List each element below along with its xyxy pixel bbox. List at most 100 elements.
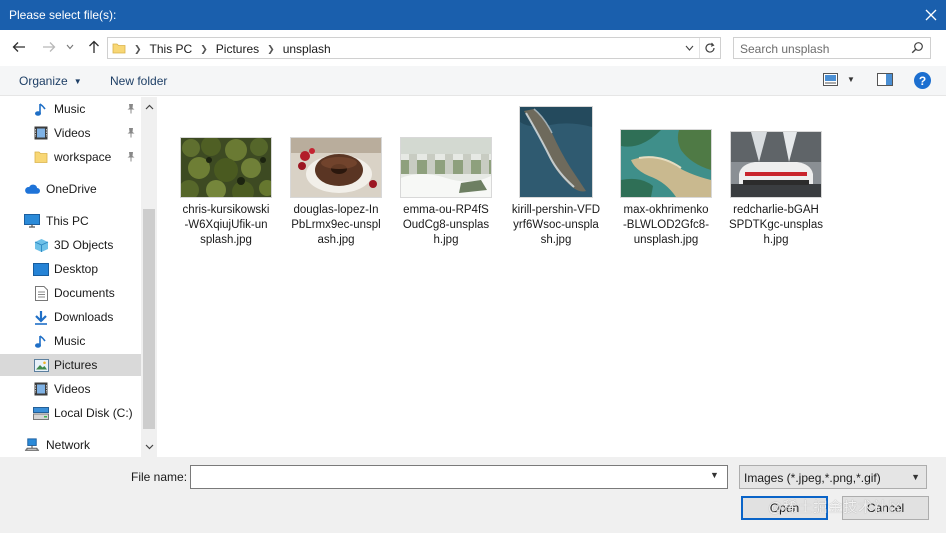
title-bar: Please select file(s): — [0, 0, 946, 30]
help-icon: ? — [918, 73, 927, 88]
scroll-up-button[interactable] — [141, 99, 157, 115]
network-icon — [24, 437, 40, 453]
pin-icon — [126, 127, 136, 141]
up-button[interactable] — [85, 38, 103, 56]
music-icon — [33, 101, 49, 117]
address-bar[interactable]: ❯ This PC ❯ Pictures ❯ unsplash — [107, 37, 721, 59]
sidebar-item-label: Pictures — [54, 358, 98, 372]
sidebar-item-music-quick[interactable]: Music — [0, 98, 141, 120]
command-bar: Organize ▼ New folder ▼ ? — [0, 66, 946, 96]
sidebar-item-local-disk[interactable]: Local Disk (C:) — [0, 402, 141, 424]
chevron-down-icon — [66, 44, 74, 50]
file-name-field[interactable] — [190, 465, 728, 489]
music-icon — [33, 333, 49, 349]
file-list: chris-kursikowski -W6XqiujUfik-un splash.j… — [158, 97, 946, 457]
sidebar-item-videos-quick[interactable]: Videos — [0, 122, 141, 144]
pin-icon — [126, 103, 136, 117]
sidebar-item-onedrive[interactable]: OneDrive — [0, 178, 141, 200]
sidebar-item-label: Desktop — [54, 262, 99, 276]
organize-button[interactable]: Organize ▼ — [19, 74, 82, 88]
navigation-scrollbar[interactable] — [141, 97, 157, 457]
navigation-pane: Music Videos workspace OneDrive This PC … — [0, 97, 141, 457]
file-thumbnail — [400, 137, 492, 198]
cancel-button[interactable]: Cancel — [842, 496, 929, 520]
file-thumbnail — [519, 106, 593, 198]
sidebar-item-videos[interactable]: Videos — [0, 378, 141, 400]
recent-locations-button[interactable] — [63, 38, 77, 56]
sidebar-item-label: Documents — [54, 286, 115, 300]
preview-pane-button[interactable] — [877, 73, 893, 89]
new-folder-button[interactable]: New folder — [110, 74, 167, 88]
sidebar-item-label: Downloads — [54, 310, 114, 324]
file-name: max-okhrimenko -BLWLOD2Gfc8- unsplash.jpg — [622, 204, 710, 246]
open-button[interactable]: Open — [741, 496, 828, 520]
sidebar-item-3d-objects[interactable]: 3D Objects — [0, 234, 141, 256]
arrow-right-icon — [43, 42, 56, 52]
breadcrumb-this-pc[interactable]: This PC — [150, 42, 193, 56]
change-view-button[interactable] — [823, 73, 838, 89]
refresh-button[interactable] — [699, 38, 719, 58]
sidebar-item-music[interactable]: Music — [0, 330, 141, 352]
dialog-title: Please select file(s): — [9, 8, 117, 22]
scroll-thumb[interactable] — [143, 209, 155, 429]
file-thumbnail — [290, 137, 382, 198]
search-input[interactable]: Search unsplash — [733, 37, 931, 59]
search-placeholder: Search unsplash — [740, 42, 830, 56]
forward-button[interactable] — [40, 38, 58, 56]
view-options-dropdown[interactable]: ▼ — [847, 75, 855, 84]
computer-icon — [24, 213, 40, 229]
disk-icon — [33, 405, 49, 421]
sidebar-item-label: Network — [46, 438, 91, 452]
help-button[interactable]: ? — [914, 72, 931, 89]
address-history-dropdown[interactable] — [682, 41, 696, 55]
sidebar-item-workspace[interactable]: workspace — [0, 146, 141, 168]
file-name: kirill-pershin-VFD yrf6Wsoc-unspla sh.jpg — [511, 204, 601, 246]
sidebar-item-label: OneDrive — [46, 182, 97, 196]
file-thumbnail — [730, 131, 822, 198]
close-button[interactable] — [916, 0, 946, 30]
file-name: chris-kursikowski -W6XqiujUfik-un splash.j… — [182, 204, 270, 246]
file-thumbnail — [620, 129, 712, 198]
videos-icon — [33, 125, 49, 141]
documents-icon — [33, 285, 49, 301]
view-icon — [823, 73, 838, 86]
sidebar-item-label: 3D Objects — [54, 238, 114, 252]
sidebar-item-label: Music — [54, 334, 86, 348]
sidebar-item-label: Music — [54, 102, 86, 116]
sidebar-item-documents[interactable]: Documents — [0, 282, 141, 304]
file-name-history-dropdown[interactable]: ▼ — [710, 470, 719, 480]
arrow-up-icon — [89, 40, 99, 53]
breadcrumb-pictures[interactable]: Pictures — [216, 42, 259, 56]
sidebar-item-network[interactable]: Network — [0, 434, 141, 456]
chevron-down-icon — [685, 45, 693, 51]
sidebar-item-label: workspace — [54, 150, 112, 164]
chevron-right-icon: ❯ — [200, 43, 208, 54]
preview-pane-icon — [877, 73, 893, 86]
file-name: douglas-lopez-In PbLrmx9ec-unspl ash.jpg — [291, 204, 381, 246]
sidebar-item-label: Videos — [54, 382, 91, 396]
sidebar-item-this-pc[interactable]: This PC — [0, 210, 141, 232]
chevron-right-icon: ❯ — [134, 43, 142, 54]
pictures-icon — [33, 357, 49, 373]
sidebar-item-desktop[interactable]: Desktop — [0, 258, 141, 280]
desktop-icon — [33, 261, 49, 277]
organize-label: Organize — [19, 74, 68, 88]
file-type-value: Images (*.jpeg,*.png,*.gif) — [744, 471, 881, 485]
close-icon — [925, 9, 937, 21]
sidebar-item-pictures[interactable]: Pictures — [0, 354, 141, 376]
sidebar-item-label: Local Disk (C:) — [54, 406, 133, 420]
file-type-select[interactable]: Images (*.jpeg,*.png,*.gif) ▼ — [739, 465, 927, 489]
breadcrumb-unsplash[interactable]: unsplash — [283, 42, 331, 56]
cube-icon — [33, 237, 49, 253]
file-name: redcharlie-bGAH SPDTKgc-unsplas h.jpg — [729, 204, 823, 246]
pin-icon — [126, 151, 136, 165]
back-button[interactable] — [10, 38, 28, 56]
breadcrumb: ❯ This PC ❯ Pictures ❯ unsplash — [134, 42, 331, 56]
refresh-icon — [704, 42, 715, 53]
sidebar-item-downloads[interactable]: Downloads — [0, 306, 141, 328]
cloud-icon — [24, 181, 40, 197]
file-thumbnail — [179, 136, 275, 203]
scroll-down-button[interactable] — [141, 439, 157, 455]
folder-icon — [33, 149, 49, 165]
search-icon — [911, 41, 924, 57]
